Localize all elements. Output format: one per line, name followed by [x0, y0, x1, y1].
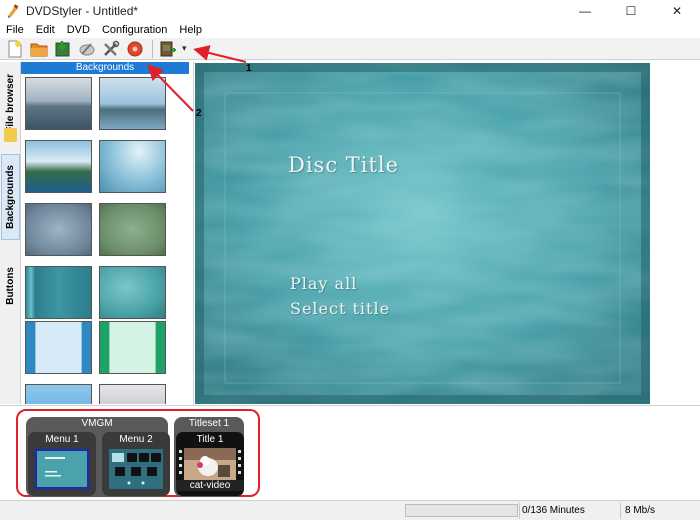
title-bar: DVDStyler - Untitled* — ☐ ✕	[0, 0, 700, 22]
backgrounds-panel: Backgrounds	[21, 62, 193, 404]
burn-disc-icon	[79, 42, 95, 55]
burn-dvd-icon	[127, 41, 143, 56]
select-title-button[interactable]: Select title	[290, 299, 390, 318]
duration-readout: 0/136 Minutes	[522, 505, 585, 516]
background-thumbnail[interactable]	[25, 77, 92, 130]
status-bar: 0/136 Minutes 8 Mb/s	[0, 500, 700, 520]
backgrounds-header: Backgrounds	[21, 62, 189, 74]
disc-title-text[interactable]: Disc Title	[288, 153, 399, 177]
menu-preview-canvas[interactable]: Disc Title Play all Select title	[195, 63, 650, 404]
callout-number-1: 1	[246, 63, 252, 74]
tab-buttons[interactable]: Buttons	[1, 256, 20, 316]
background-thumbnail[interactable]	[99, 77, 166, 130]
background-thumbnail[interactable]	[25, 140, 92, 193]
titleset-menu-card[interactable]: Menu 2	[102, 432, 170, 496]
tab-file-browser-label: File browser	[5, 73, 16, 133]
play-all-button[interactable]: Play all	[290, 274, 357, 293]
tab-backgrounds-label: Backgrounds	[5, 165, 16, 229]
menu-file[interactable]: File	[0, 24, 30, 36]
title-1-label: Title 1	[196, 434, 224, 445]
tab-buttons-label: Buttons	[5, 267, 16, 305]
titleset-manager: VMGM Menu 1 Titleset 1 Menu 2 Title 1 ca…	[0, 405, 700, 499]
background-thumbnail[interactable]	[99, 140, 166, 193]
teal-background-image	[195, 63, 650, 404]
menu-2-label: Menu 2	[119, 434, 153, 445]
toolbar-separator	[152, 39, 153, 58]
tab-backgrounds[interactable]: Backgrounds	[1, 154, 20, 240]
maximize-button[interactable]: ☐	[608, 0, 654, 22]
settings-tools-icon	[104, 40, 120, 56]
background-thumbnail[interactable]	[99, 203, 166, 256]
save-project-button[interactable]	[52, 39, 74, 59]
dvdstyler-app-icon	[8, 4, 19, 18]
add-file-dropdown[interactable]: ▾	[182, 43, 187, 54]
window-controls: — ☐ ✕	[562, 0, 700, 22]
background-thumbnail[interactable]	[25, 384, 92, 404]
callout-number-2: 2	[196, 108, 202, 119]
bitrate-readout: 8 Mb/s	[625, 505, 656, 516]
menu-2-thumbnail	[109, 449, 163, 489]
film-strip-icon	[178, 447, 242, 481]
menu-edit[interactable]: Edit	[30, 24, 61, 36]
menu-help[interactable]: Help	[173, 24, 208, 36]
burn-dvd-button[interactable]	[124, 39, 146, 59]
menu-editor: Disc Title Play all Select title	[193, 62, 700, 405]
window-title: DVDStyler - Untitled*	[26, 4, 139, 18]
folder-icon	[4, 128, 17, 142]
minimize-button[interactable]: —	[562, 0, 608, 22]
menu-bar: File Edit DVD Configuration Help	[0, 22, 700, 38]
new-file-icon	[8, 40, 22, 57]
add-video-icon	[160, 41, 176, 56]
new-project-button[interactable]	[4, 39, 26, 59]
background-thumbnail[interactable]	[25, 266, 92, 319]
settings-button[interactable]	[100, 39, 122, 59]
open-folder-icon	[30, 43, 48, 56]
title-1-card[interactable]: Title 1 cat-video	[176, 432, 244, 496]
open-project-button[interactable]	[28, 39, 50, 59]
background-thumbnail[interactable]	[99, 321, 166, 374]
add-file-button[interactable]	[157, 39, 179, 59]
titleset-highlight-box: VMGM Menu 1 Titleset 1 Menu 2 Title 1 ca…	[16, 409, 260, 497]
cat-video-label: cat-video	[176, 480, 244, 491]
burn-disc-button[interactable]	[76, 39, 98, 59]
background-thumbnail[interactable]	[99, 266, 166, 319]
background-thumbnail[interactable]	[25, 321, 92, 374]
background-thumbnail[interactable]	[99, 384, 166, 404]
disc-usage-progress	[405, 504, 518, 517]
vmgm-label: VMGM	[81, 418, 113, 429]
side-tab-bar: File browser Backgrounds Buttons	[0, 62, 21, 404]
toolbar: ▾	[0, 38, 700, 60]
status-separator	[519, 503, 520, 519]
menu-1-label: Menu 1	[45, 434, 79, 445]
background-thumbnail[interactable]	[25, 203, 92, 256]
vmgm-menu-card[interactable]: Menu 1	[28, 432, 96, 496]
menu-1-thumbnail	[35, 449, 89, 489]
titleset-label: Titleset 1	[188, 418, 230, 429]
menu-dvd[interactable]: DVD	[61, 24, 96, 36]
menu-configuration[interactable]: Configuration	[96, 24, 173, 36]
save-icon	[55, 40, 70, 56]
close-button[interactable]: ✕	[654, 0, 700, 22]
status-separator	[620, 503, 621, 519]
